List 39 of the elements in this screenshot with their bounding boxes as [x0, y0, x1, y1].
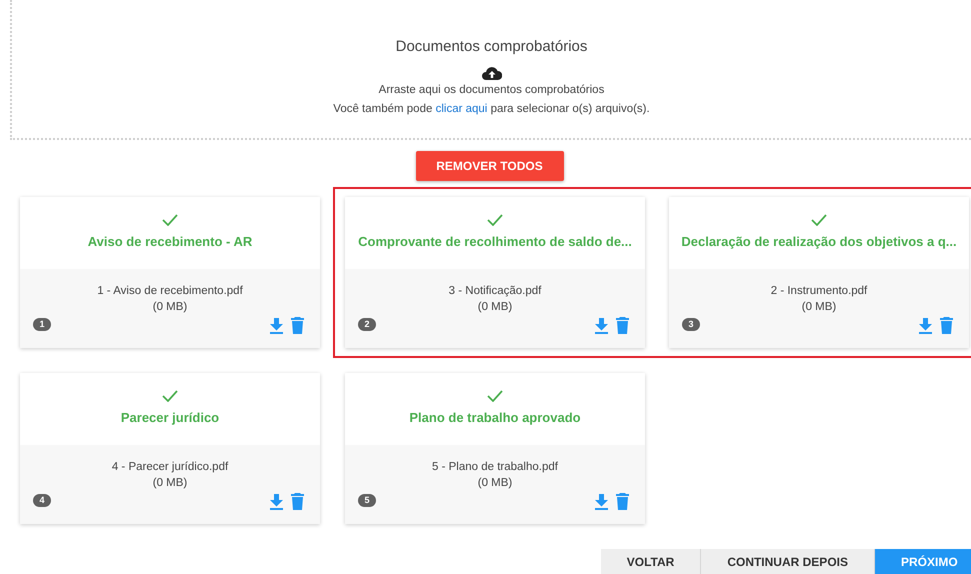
trash-icon[interactable] [291, 317, 304, 334]
download-icon[interactable] [270, 494, 283, 510]
download-icon[interactable] [595, 318, 608, 334]
file-size: (0 MB) [152, 476, 188, 491]
trash-icon[interactable] [616, 317, 629, 334]
file-name: 5 - Plano de trabalho.pdf [432, 460, 558, 475]
download-icon[interactable] [270, 318, 283, 334]
cloud-upload-icon [482, 66, 502, 80]
file-name: 1 - Aviso de recebimento.pdf [97, 284, 243, 299]
number-badge: 2 [358, 318, 376, 331]
number-badge: 4 [33, 494, 51, 507]
number-badge: 3 [682, 318, 700, 331]
file-size: (0 MB) [478, 476, 512, 491]
select-files-link[interactable]: clicar aqui [436, 102, 488, 115]
trash-icon[interactable] [940, 317, 953, 334]
trash-icon[interactable] [291, 493, 304, 510]
remove-all-button[interactable]: REMOVER TODOS [416, 151, 564, 181]
document-title: Parecer jurídico [120, 409, 220, 428]
drop-hint: Arraste aqui os documentos comprobatórios [378, 82, 604, 98]
file-name: 4 - Parecer jurídico.pdf [112, 460, 228, 475]
file-name: 2 - Instrumento.pdf [770, 284, 868, 299]
document-title: Aviso de recebimento - AR [88, 233, 252, 252]
drop-zone[interactable]: Documentos comprobatórios Arraste aqui os documentos comprobatórios Você também pode clicar aqui para selecionar o(s) arquivo(s). [10, 0, 971, 140]
download-icon[interactable] [919, 318, 932, 334]
drop-zone-title: Documentos comprobatórios [396, 37, 588, 57]
document-title: Declaração de realização dos objetivos a q... [681, 233, 957, 252]
file-name: 3 - Notificação.pdf [448, 284, 542, 299]
number-badge: 1 [33, 318, 51, 331]
file-size: (0 MB) [802, 300, 836, 315]
select-files-text: Você também pode clicar aqui para selecionar o(s) arquivo(s). [333, 102, 650, 117]
file-size: (0 MB) [152, 300, 188, 315]
document-title: Comprovante de recolhimento de saldo de... [358, 233, 632, 252]
trash-icon[interactable] [616, 493, 629, 510]
number-badge: 5 [358, 494, 376, 507]
footer-button[interactable]: CONTINUAR DEPOIS [701, 549, 875, 574]
download-icon[interactable] [595, 494, 608, 510]
footer-button[interactable]: VOLTAR [600, 549, 702, 574]
file-size: (0 MB) [478, 300, 512, 315]
document-title: Plano de trabalho aprovado [409, 409, 581, 428]
